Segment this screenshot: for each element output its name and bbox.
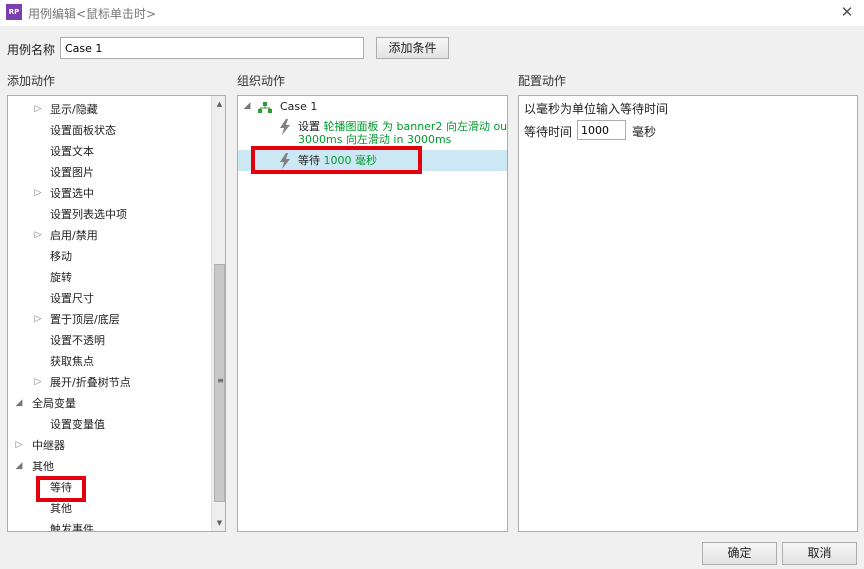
scroll-thumb[interactable]: ≡ (214, 264, 225, 502)
action-list-label: 旋转 (50, 271, 72, 284)
wait-highlight-box (36, 476, 86, 502)
app-logo-icon: RP (6, 4, 22, 20)
action-list-item[interactable]: 设置尺寸 (8, 288, 211, 309)
action-list-item[interactable]: 设置面板状态 (8, 120, 211, 141)
action-list-label: 设置文本 (50, 145, 94, 158)
case-label: Case 1 (280, 100, 318, 113)
action-list-item[interactable]: 获取焦点 (8, 351, 211, 372)
expand-triangle-icon[interactable]: ▷ (33, 309, 43, 330)
set-action-line1: 设置 轮播图面板 为 banner2 向左滑动 out (298, 120, 508, 133)
scroll-grip-icon: ≡ (217, 376, 224, 385)
wait-action-highlight-box (251, 146, 422, 174)
organize-action-heading: 组织动作 (237, 74, 286, 88)
action-list-item[interactable]: ▷ 启用/禁用 (8, 225, 211, 246)
expand-triangle-icon[interactable]: ▷ (33, 225, 43, 246)
wait-time-unit: 毫秒 (632, 125, 657, 139)
set-action-line2: 3000ms 向左滑动 in 3000ms (298, 133, 452, 146)
title-bar: RP 用例编辑<鼠标单击时> ✕ (0, 0, 864, 26)
action-list-item[interactable]: ▷ 显示/隐藏 (8, 99, 211, 120)
action-list-item[interactable]: 设置列表选中项 (8, 204, 211, 225)
case-tree-node[interactable]: ◢ Case 1 (238, 96, 507, 117)
action-list-item[interactable]: 设置图片 (8, 162, 211, 183)
action-list-label: 展开/折叠树节点 (50, 376, 131, 389)
action-list-item[interactable]: ◢ 全局变量 (8, 393, 211, 414)
action-list-item[interactable]: ◢ 其他 (8, 456, 211, 477)
action-list-label: 其他 (32, 460, 54, 473)
action-list-item[interactable]: ▷ 中继器 (8, 435, 211, 456)
action-list-label: 设置变量值 (50, 418, 105, 431)
configure-action-heading: 配置动作 (518, 74, 567, 88)
action-list-label: 设置尺寸 (50, 292, 94, 305)
case-node-icon (258, 100, 272, 113)
action-list-item[interactable]: 触发事件 (8, 519, 211, 532)
scroll-down-arrow-icon[interactable]: ▼ (212, 515, 225, 531)
action-list-label: 设置图片 (50, 166, 94, 179)
organize-action-panel: ◢ Case 1 设置 轮播图面板 为 banner2 向左滑动 out 300… (237, 95, 508, 532)
action-list-panel: ▷ 显示/隐藏设置面板状态 设置文本设置图片 ▷ 设置选中设置列表选中项 ▷ 启用/禁用移动… (7, 95, 226, 532)
action-tree: ▷ 显示/隐藏设置面板状态 设置文本设置图片 ▷ 设置选中设置列表选中项 ▷ 启用/禁用移动… (8, 96, 211, 531)
configure-action-panel: 以毫秒为单位输入等待时间 等待时间 毫秒 (518, 95, 858, 532)
action-list-label: 启用/禁用 (50, 229, 98, 242)
action-list-item[interactable]: ▷ 展开/折叠树节点 (8, 372, 211, 393)
expand-triangle-icon[interactable]: ▷ (14, 435, 24, 456)
action-list-item[interactable]: 移动 (8, 246, 211, 267)
action-list-label: 设置选中 (50, 187, 94, 200)
lightning-icon (280, 119, 290, 135)
action-list-label: 中继器 (32, 439, 65, 452)
expand-triangle-icon[interactable]: ▷ (33, 372, 43, 393)
cancel-button[interactable]: 取消 (782, 542, 857, 565)
wait-time-input[interactable] (577, 120, 626, 140)
collapse-triangle-icon[interactable]: ◢ (14, 456, 24, 477)
collapse-triangle-icon[interactable]: ◢ (14, 393, 24, 414)
collapse-triangle-icon[interactable]: ◢ (242, 96, 252, 117)
ok-button[interactable]: 确定 (702, 542, 777, 565)
expand-triangle-icon[interactable]: ▷ (33, 183, 43, 204)
wait-description: 以毫秒为单位输入等待时间 (524, 102, 669, 116)
case-name-input[interactable] (60, 37, 364, 59)
action-list-item[interactable]: 设置文本 (8, 141, 211, 162)
action-list-label: 触发事件 (50, 523, 94, 532)
action-list-label: 设置不透明 (50, 334, 105, 347)
action-list-label: 获取焦点 (50, 355, 94, 368)
case-name-label: 用例名称 (7, 43, 56, 57)
action-list-item[interactable]: ▷ 置于顶层/底层 (8, 309, 211, 330)
set-panel-state-action[interactable]: 设置 轮播图面板 为 banner2 向左滑动 out 3000ms 向左滑动 … (238, 116, 507, 150)
action-list-label: 显示/隐藏 (50, 103, 98, 116)
action-list-item[interactable]: ▷ 设置选中 (8, 183, 211, 204)
action-list-label: 全局变量 (32, 397, 76, 410)
action-list-item[interactable]: 设置变量值 (8, 414, 211, 435)
action-list-label: 移动 (50, 250, 72, 263)
action-list-item[interactable]: 旋转 (8, 267, 211, 288)
action-list-item[interactable]: 设置不透明 (8, 330, 211, 351)
scroll-up-arrow-icon[interactable]: ▲ (212, 96, 225, 112)
close-button[interactable]: ✕ (836, 2, 858, 22)
window-title: 用例编辑<鼠标单击时> (28, 7, 157, 21)
action-list-scrollbar[interactable]: ▲ ≡ ▼ (211, 96, 225, 531)
add-action-heading: 添加动作 (7, 74, 56, 88)
action-list-label: 设置列表选中项 (50, 208, 127, 221)
action-list-label: 设置面板状态 (50, 124, 116, 137)
expand-triangle-icon[interactable]: ▷ (33, 99, 43, 120)
add-condition-button[interactable]: 添加条件 (376, 37, 449, 59)
wait-time-label: 等待时间 (524, 125, 573, 139)
action-list-label: 置于顶层/底层 (50, 313, 120, 326)
